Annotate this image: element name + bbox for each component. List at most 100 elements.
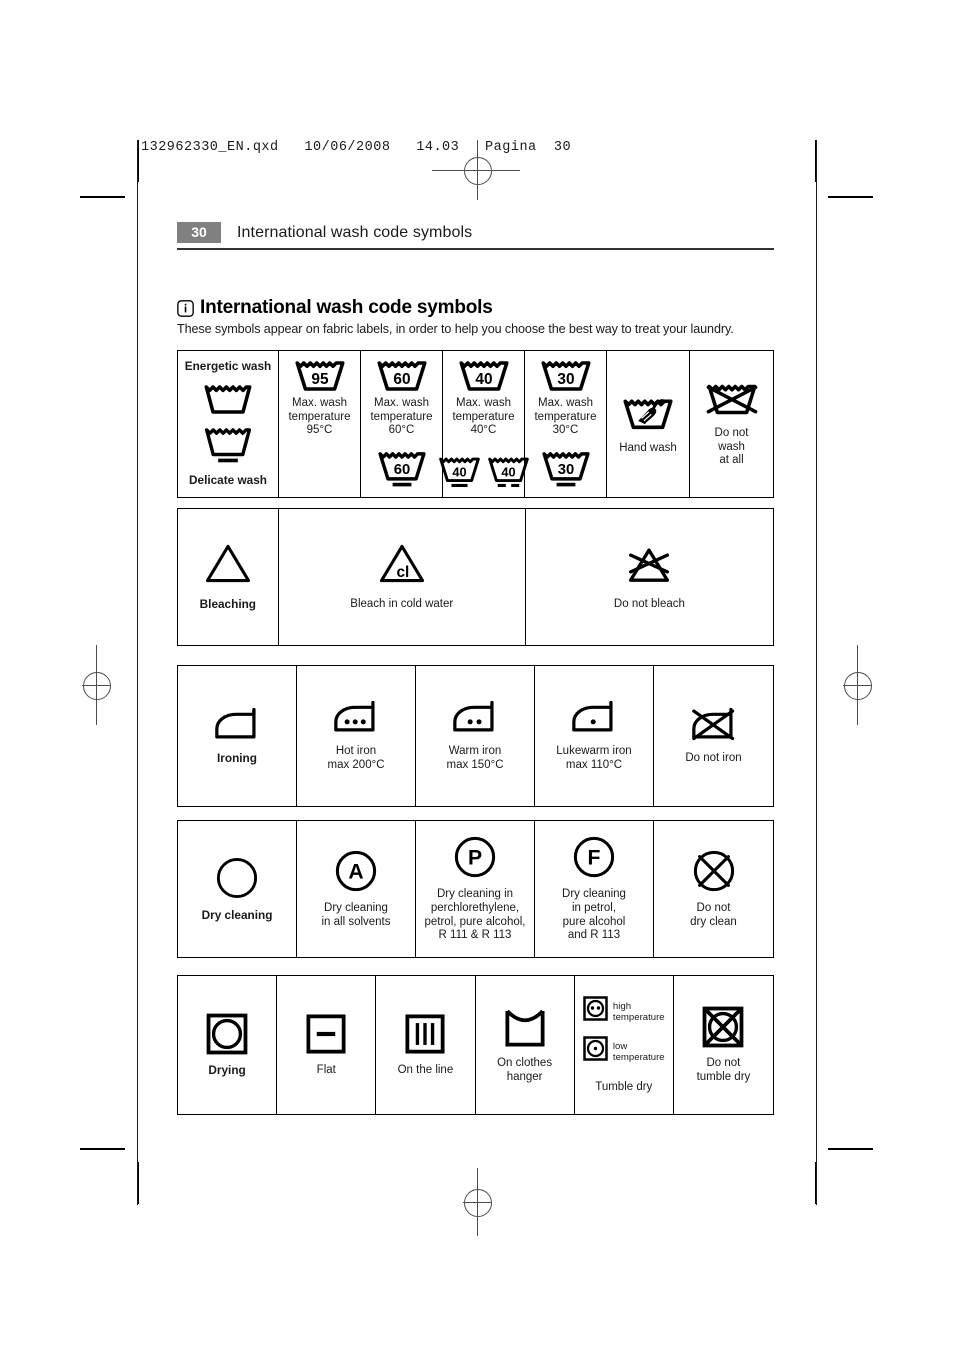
page-number-badge: 30 (177, 222, 221, 243)
crop-mark-tl-h (80, 196, 125, 198)
iron-warm-caption: Warm iron max 150°C (446, 745, 504, 771)
delicate-wash-icon (203, 425, 253, 466)
tumble-dry-cell: high temperature low temperature Tumble … (575, 976, 674, 1114)
svg-text:30: 30 (557, 462, 574, 478)
svg-text:A: A (348, 861, 363, 884)
iron-lukewarm-cell: Lukewarm iron max 110°C (535, 666, 654, 806)
do-not-bleach-cell: Do not bleach (526, 509, 773, 645)
iron-lukewarm-icon (569, 699, 619, 735)
svg-text:P: P (468, 847, 482, 870)
dry-cleaning-label: Dry cleaning (201, 907, 273, 922)
tumble-low-icon (583, 1035, 608, 1061)
washing-legend-cell: Energetic wash Delicate wash (178, 351, 279, 497)
svg-text:60: 60 (393, 462, 410, 478)
page-edge-rule-left (137, 140, 138, 1205)
hand-wash-caption: Hand wash (619, 441, 677, 454)
iron-warm-icon (450, 699, 500, 735)
iron-icon (212, 706, 262, 742)
iron-hot-cell: Hot iron max 200°C (297, 666, 416, 806)
wash-95-icon: 95 (294, 358, 346, 394)
do-not-iron-cell: Do not iron (654, 666, 773, 806)
ironing-legend-cell: Ironing (178, 666, 297, 806)
svg-text:30: 30 (557, 371, 574, 388)
wash-30-caption: Max. wash temperature 30°C (534, 397, 597, 437)
svg-text:95: 95 (311, 371, 329, 388)
dry-flat-caption: Flat (316, 1063, 336, 1076)
do-not-iron-caption: Do not iron (685, 752, 742, 765)
drying-label: Drying (208, 1062, 246, 1077)
delicate-wash-label: Delicate wash (188, 473, 268, 488)
bleach-cold-caption: Bleach in cold water (350, 597, 454, 610)
energetic-wash-label: Energetic wash (184, 359, 272, 373)
iron-lukewarm-caption: Lukewarm iron max 110°C (556, 745, 632, 771)
hand-wash-cell: Hand wash (607, 351, 690, 497)
crop-mark-tr-h (828, 196, 873, 198)
wash-60-delicate-icon: 60 (377, 449, 427, 490)
do-not-tumble-caption: Do not tumble dry (696, 1056, 751, 1083)
info-icon (177, 299, 194, 317)
wash-95-caption: Max. wash temperature 95°C (288, 397, 351, 437)
drying-legend-cell: Drying (178, 976, 278, 1114)
page-header-title: International wash code symbols (237, 223, 473, 241)
dry-flat-icon (305, 1013, 347, 1055)
page-title: International wash code symbols (200, 297, 493, 318)
page-header-rule (177, 248, 774, 250)
tumble-high-label: high temperature (612, 1000, 665, 1023)
section-intro-text: These symbols appear on fabric labels, i… (177, 322, 734, 336)
wash-30-delicate-icon: 30 (541, 449, 591, 490)
tumble-high-icon (583, 995, 608, 1021)
bleaching-label: Bleaching (199, 596, 257, 611)
iron-warm-cell: Warm iron max 150°C (416, 666, 535, 806)
wash-30-cell: 30 Max. wash temperature 30°C 30 (525, 351, 607, 497)
print-header-rule (432, 170, 520, 171)
dry-line-icon (404, 1013, 446, 1055)
dry-flat-cell: Flat (277, 976, 377, 1114)
dryclean-a-icon: A (334, 849, 378, 893)
do-not-wash-caption: Do not wash at all (714, 427, 749, 467)
wash-40-delicate-icon: 40 (438, 455, 481, 490)
wash-60-cell: 60 Max. wash temperature 60°C 60 (361, 351, 443, 497)
crop-mark-br-h (828, 1148, 873, 1150)
svg-text:40: 40 (501, 465, 515, 480)
dry-cleaning-legend-cell: Dry cleaning (178, 821, 297, 957)
wash-40-icon: 40 (458, 358, 510, 394)
page-header: 30 International wash code symbols (177, 222, 774, 250)
do-not-wash-icon (706, 380, 758, 419)
registration-mark-left (82, 645, 111, 725)
bleach-cold-cell: cl Bleach in cold water (279, 509, 526, 645)
tumble-dry-icon (206, 1013, 248, 1055)
svg-text:60: 60 (393, 371, 410, 388)
dryclean-f-icon: F (572, 835, 616, 879)
registration-mark-right (843, 645, 872, 725)
wash-40-cell: 40 Max. wash temperature 40°C 40 40 (438, 351, 529, 497)
dryclean-a-caption: Dry cleaning in all solvents (321, 901, 391, 928)
dry-hanger-cell: On clothes hanger (476, 976, 575, 1114)
dryclean-a-cell: A Dry cleaning in all solvents (297, 821, 416, 957)
ironing-symbols-table: Ironing Hot iron max 200°C Warm iron max… (177, 665, 774, 807)
do-not-bleach-caption: Do not bleach (613, 597, 685, 610)
wash-60-icon: 60 (376, 358, 428, 394)
dry-cleaning-symbols-table: Dry cleaning A Dry cleaning in all solve… (177, 820, 774, 958)
dry-hanger-icon (504, 1006, 546, 1048)
registration-mark-bottom (463, 1168, 492, 1236)
svg-text:40: 40 (475, 371, 492, 388)
energetic-wash-icon (203, 382, 253, 417)
do-not-iron-icon (689, 706, 739, 742)
dry-cleaning-circle-icon (215, 856, 259, 900)
svg-text:cl: cl (396, 564, 409, 581)
dryclean-p-icon: P (453, 835, 497, 879)
tumble-temperature-list: high temperature low temperature (583, 995, 665, 1070)
svg-text:F: F (588, 847, 601, 870)
do-not-tumble-icon (702, 1006, 744, 1048)
svg-text:40: 40 (452, 465, 466, 480)
dryclean-p-cell: P Dry cleaning in perchlorethylene, petr… (416, 821, 535, 957)
tumble-low-label: low temperature (612, 1040, 665, 1063)
tumble-high-row: high temperature (583, 995, 665, 1030)
dry-line-cell: On the line (376, 976, 476, 1114)
iron-hot-caption: Hot iron max 200°C (327, 745, 385, 771)
do-not-tumble-cell: Do not tumble dry (674, 976, 773, 1114)
tumble-dry-caption: Tumble dry (595, 1080, 653, 1093)
ironing-label: Ironing (217, 751, 257, 766)
tumble-low-row: low temperature (583, 1035, 665, 1070)
wash-95-cell: 95 Max. wash temperature 95°C (279, 351, 361, 497)
